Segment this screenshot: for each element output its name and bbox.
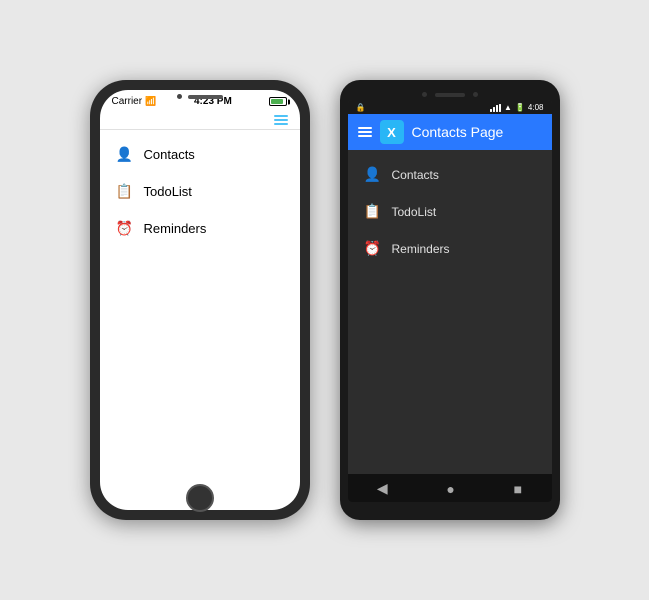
ios-speaker bbox=[188, 95, 223, 99]
android-home-button[interactable]: ● bbox=[446, 481, 454, 497]
ios-battery-fill bbox=[271, 99, 282, 104]
android-toolbar-title: Contacts Page bbox=[412, 124, 504, 140]
ios-status-right bbox=[269, 97, 287, 106]
android-reminders-icon: ⏰ bbox=[364, 240, 382, 257]
ios-nav-bar bbox=[100, 111, 300, 130]
android-app-icon-text: X bbox=[387, 125, 396, 140]
android-back-button[interactable]: ◀ bbox=[377, 480, 388, 497]
ios-reminders-icon: ⏰ bbox=[116, 220, 134, 237]
android-contacts-label: Contacts bbox=[392, 168, 439, 182]
android-bottom-bezel bbox=[348, 502, 552, 512]
android-menu-item-contacts[interactable]: 👤 Contacts bbox=[348, 156, 552, 193]
android-wifi-icon: ▲ bbox=[504, 103, 512, 112]
android-reminders-label: Reminders bbox=[392, 242, 450, 256]
android-recent-button[interactable]: ■ bbox=[514, 481, 522, 497]
ios-todolist-label: TodoList bbox=[144, 184, 192, 199]
android-app-icon: X bbox=[380, 120, 404, 144]
android-time-label: 4:08 bbox=[528, 103, 544, 112]
ios-contacts-label: Contacts bbox=[144, 147, 195, 162]
android-hamburger-icon[interactable] bbox=[358, 127, 372, 137]
android-signal-icon bbox=[490, 104, 501, 112]
android-menu-item-reminders[interactable]: ⏰ Reminders bbox=[348, 230, 552, 267]
android-phone: 🔒 ▲ 🔋 4:08 X Contacts Page bbox=[340, 80, 560, 520]
ios-menu-item-todolist[interactable]: 📋 TodoList bbox=[100, 173, 300, 210]
android-todolist-label: TodoList bbox=[392, 205, 437, 219]
android-todolist-icon: 📋 bbox=[364, 203, 382, 220]
android-screen: 🔒 ▲ 🔋 4:08 X Contacts Page bbox=[348, 100, 552, 502]
ios-camera bbox=[177, 94, 182, 99]
android-bottom-nav: ◀ ● ■ bbox=[348, 474, 552, 502]
ios-contacts-icon: 👤 bbox=[116, 146, 134, 163]
ios-todolist-icon: 📋 bbox=[116, 183, 134, 200]
android-toolbar: X Contacts Page bbox=[348, 114, 552, 150]
ios-wifi-icon: 📶 bbox=[145, 96, 156, 107]
ios-hamburger-icon[interactable] bbox=[274, 115, 288, 125]
ios-menu-item-reminders[interactable]: ⏰ Reminders bbox=[100, 210, 300, 247]
ios-battery-icon bbox=[269, 97, 287, 106]
android-menu-item-todolist[interactable]: 📋 TodoList bbox=[348, 193, 552, 230]
android-sensor bbox=[473, 92, 478, 97]
android-lock-icon: 🔒 bbox=[356, 103, 366, 112]
ios-carrier-label: Carrier bbox=[112, 96, 143, 107]
android-speaker bbox=[435, 93, 465, 97]
ios-screen: Carrier 📶 4:23 PM 👤 Contacts 📋 bbox=[100, 90, 300, 510]
android-camera bbox=[422, 92, 427, 97]
android-top-bezel bbox=[348, 88, 552, 100]
ios-menu-item-contacts[interactable]: 👤 Contacts bbox=[100, 136, 300, 173]
android-contacts-icon: 👤 bbox=[364, 166, 382, 183]
android-menu-list: 👤 Contacts 📋 TodoList ⏰ Reminders bbox=[348, 150, 552, 474]
ios-status-left: Carrier 📶 bbox=[112, 96, 157, 107]
ios-phone: Carrier 📶 4:23 PM 👤 Contacts 📋 bbox=[90, 80, 310, 520]
android-status-bar: 🔒 ▲ 🔋 4:08 bbox=[348, 100, 552, 114]
ios-menu-list: 👤 Contacts 📋 TodoList ⏰ Reminders bbox=[100, 130, 300, 510]
android-battery-icon: 🔋 bbox=[515, 103, 525, 112]
ios-reminders-label: Reminders bbox=[144, 221, 207, 236]
android-status-right: ▲ 🔋 4:08 bbox=[490, 103, 543, 112]
ios-home-button[interactable] bbox=[186, 484, 214, 512]
